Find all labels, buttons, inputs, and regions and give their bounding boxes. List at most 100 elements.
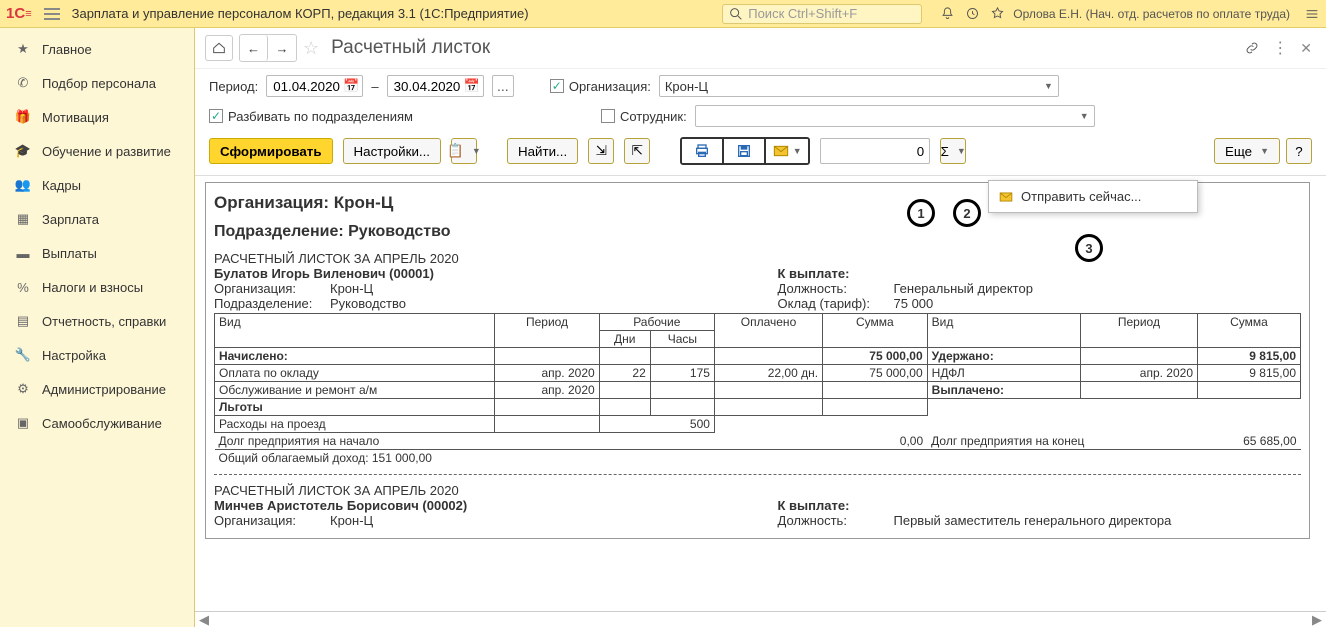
separator (214, 474, 1301, 475)
home-button[interactable] (205, 35, 233, 61)
menu-toggle-icon[interactable] (40, 4, 64, 24)
calendar-icon[interactable]: 📅 (343, 78, 359, 94)
people-icon: 👥 (14, 176, 32, 194)
output-button-group: ▼ (680, 137, 810, 165)
doc-title: Расчетный листок (331, 37, 490, 59)
kebab-icon[interactable]: ⋮ (1272, 38, 1288, 58)
report-content: Организация: Крон-Ц Подразделение: Руков… (205, 182, 1310, 539)
employee-name: Булатов Игорь Виленович (00001) (214, 266, 738, 281)
payslip-2: РАСЧЕТНЫЙ ЛИСТОК ЗА АПРЕЛЬ 2020 Минчев А… (214, 483, 1301, 528)
payslip-1: РАСЧЕТНЫЙ ЛИСТОК ЗА АПРЕЛЬ 2020 Булатов … (214, 251, 1301, 466)
sidebar: ★Главное ✆Подбор персонала 🎁Мотивация 🎓О… (0, 28, 195, 627)
search-icon (728, 6, 744, 22)
dept-heading: Подразделение: Руководство (214, 223, 1301, 241)
phone-icon: ✆ (14, 74, 32, 92)
self-icon: ▣ (14, 414, 32, 432)
gear-icon: ⚙ (14, 380, 32, 398)
checkbox-icon (550, 79, 564, 93)
sidebar-item-reports[interactable]: ▤Отчетность, справки (0, 304, 194, 338)
house-icon (211, 40, 227, 56)
payslip-table: Вид Период Рабочие Оплачено Сумма Вид Пе… (214, 313, 1301, 466)
mail-icon (773, 144, 789, 158)
date-to-value[interactable] (394, 79, 464, 94)
more-button[interactable]: Еще▼ (1214, 138, 1280, 164)
doc-header: ← → ☆ Расчетный листок ⋮ ✕ (195, 28, 1326, 69)
chevron-down-icon: ▼ (1080, 111, 1089, 121)
mail-button[interactable]: ▼ (766, 139, 808, 163)
table-icon: ▦ (14, 210, 32, 228)
calendar-icon[interactable]: 📅 (464, 78, 480, 94)
annotation-3: 3 (1075, 234, 1103, 262)
print-button[interactable] (682, 139, 724, 163)
floppy-icon (736, 143, 752, 159)
split-checkbox[interactable]: Разбивать по подразделениям (209, 109, 413, 124)
link-icon[interactable] (1244, 40, 1260, 56)
save-button[interactable] (724, 139, 766, 163)
date-from-input[interactable]: 📅 (266, 75, 363, 97)
horizontal-scrollbar[interactable]: ◀ ▶ (195, 611, 1326, 627)
period-select-button[interactable]: ... (492, 75, 514, 97)
date-from-value[interactable] (273, 79, 343, 94)
forward-button[interactable]: → (268, 35, 296, 61)
help-button[interactable]: ? (1286, 138, 1312, 164)
sidebar-item-main[interactable]: ★Главное (0, 32, 194, 66)
star-icon[interactable] (990, 6, 1005, 21)
settings-button[interactable]: Настройки... (343, 138, 441, 164)
home-icon: ★ (14, 40, 32, 58)
search-placeholder: Поиск Ctrl+Shift+F (748, 6, 857, 21)
graduation-icon: 🎓 (14, 142, 32, 160)
gift-icon: 🎁 (14, 108, 32, 126)
chevron-down-icon: ▼ (1044, 81, 1053, 91)
sigma-button[interactable]: Σ▼ (940, 138, 966, 164)
checkbox-icon (601, 109, 615, 123)
sidebar-item-settings[interactable]: 🔧Настройка (0, 338, 194, 372)
sidebar-item-training[interactable]: 🎓Обучение и развитие (0, 134, 194, 168)
user-name[interactable]: Орлова Е.Н. (Нач. отд. расчетов по оплат… (1013, 7, 1290, 21)
sidebar-item-hr[interactable]: 👥Кадры (0, 168, 194, 202)
favorite-star-icon[interactable]: ☆ (303, 38, 319, 59)
global-search[interactable]: Поиск Ctrl+Shift+F (722, 4, 922, 24)
collapse-button[interactable]: ⇱ (624, 138, 650, 164)
sidebar-item-recruit[interactable]: ✆Подбор персонала (0, 66, 194, 100)
app-title: Зарплата и управление персоналом КОРП, р… (72, 6, 529, 21)
mail-dropdown: Отправить сейчас... (988, 180, 1198, 213)
percent-icon: % (14, 278, 32, 296)
history-icon[interactable] (965, 6, 980, 21)
dash: – (371, 79, 378, 94)
employee-select[interactable]: ▼ (695, 105, 1095, 127)
sidebar-item-self[interactable]: ▣Самообслуживание (0, 406, 194, 440)
variant-button[interactable]: 📋▼ (451, 138, 477, 164)
period-label: Период: (209, 79, 258, 94)
filter-row1: Период: 📅 – 📅 ... Организация: Крон-Ц ▼ (195, 69, 1326, 103)
wallet-icon: ▬ (14, 244, 32, 262)
expand-button[interactable]: ⇲ (588, 138, 614, 164)
slip-title: РАСЧЕТНЫЙ ЛИСТОК ЗА АПРЕЛЬ 2020 (214, 483, 1301, 498)
bell-icon[interactable] (940, 6, 955, 21)
content-area: ← → ☆ Расчетный листок ⋮ ✕ Период: 📅 – 📅 (195, 28, 1326, 627)
app-topbar: 1C≡ Зарплата и управление персоналом КОР… (0, 0, 1326, 28)
back-button[interactable]: ← (240, 35, 268, 61)
settings-lines-icon[interactable] (1304, 6, 1320, 22)
org-checkbox[interactable]: Организация: (550, 79, 651, 94)
date-to-input[interactable]: 📅 (387, 75, 484, 97)
checkbox-icon (209, 109, 223, 123)
sidebar-item-motivation[interactable]: 🎁Мотивация (0, 100, 194, 134)
create-button[interactable]: Сформировать (209, 138, 333, 164)
sidebar-item-admin[interactable]: ⚙Администрирование (0, 372, 194, 406)
close-icon[interactable]: ✕ (1300, 40, 1312, 57)
employee-checkbox[interactable]: Сотрудник: (601, 109, 687, 124)
org-select[interactable]: Крон-Ц ▼ (659, 75, 1059, 97)
sidebar-item-tax[interactable]: %Налоги и взносы (0, 270, 194, 304)
print-icon (694, 143, 710, 159)
doc-icon: ▤ (14, 312, 32, 330)
sidebar-item-salary[interactable]: ▦Зарплата (0, 202, 194, 236)
report-toolbar: Сформировать Настройки... 📋▼ Найти... ⇲ … (195, 133, 1326, 176)
filter-row2: Разбивать по подразделениям Сотрудник: ▼ (195, 103, 1326, 133)
report-scroll[interactable]: Организация: Крон-Ц Подразделение: Руков… (195, 176, 1326, 611)
annotation-1: 1 (907, 199, 935, 227)
send-now-item[interactable]: Отправить сейчас... (989, 185, 1197, 208)
annotation-2: 2 (953, 199, 981, 227)
find-button[interactable]: Найти... (507, 138, 578, 164)
sidebar-item-payments[interactable]: ▬Выплаты (0, 236, 194, 270)
zero-input[interactable] (820, 138, 930, 164)
